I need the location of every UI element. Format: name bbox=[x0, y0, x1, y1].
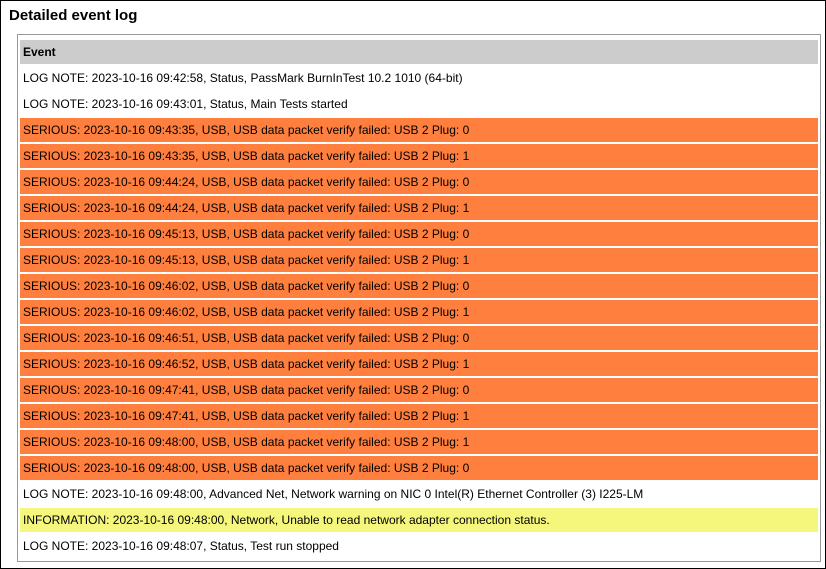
event-cell: SERIOUS: 2023-10-16 09:47:41, USB, USB d… bbox=[20, 378, 818, 402]
event-cell: LOG NOTE: 2023-10-16 09:43:01, Status, M… bbox=[20, 92, 818, 116]
table-row: SERIOUS: 2023-10-16 09:47:41, USB, USB d… bbox=[20, 378, 818, 402]
event-cell: SERIOUS: 2023-10-16 09:46:51, USB, USB d… bbox=[20, 326, 818, 350]
table-row: SERIOUS: 2023-10-16 09:46:51, USB, USB d… bbox=[20, 326, 818, 350]
event-cell: SERIOUS: 2023-10-16 09:45:13, USB, USB d… bbox=[20, 222, 818, 246]
event-cell: SERIOUS: 2023-10-16 09:44:24, USB, USB d… bbox=[20, 196, 818, 220]
column-header-event: Event bbox=[20, 40, 818, 64]
event-cell: SERIOUS: 2023-10-16 09:45:13, USB, USB d… bbox=[20, 248, 818, 272]
event-cell: INFORMATION: 2023-10-16 09:48:00, Networ… bbox=[20, 508, 818, 532]
table-row: SERIOUS: 2023-10-16 09:43:35, USB, USB d… bbox=[20, 144, 818, 168]
event-log-body: LOG NOTE: 2023-10-16 09:42:58, Status, P… bbox=[20, 66, 818, 558]
table-row: SERIOUS: 2023-10-16 09:44:24, USB, USB d… bbox=[20, 196, 818, 220]
table-row: SERIOUS: 2023-10-16 09:46:02, USB, USB d… bbox=[20, 300, 818, 324]
event-cell: SERIOUS: 2023-10-16 09:44:24, USB, USB d… bbox=[20, 170, 818, 194]
table-row: LOG NOTE: 2023-10-16 09:43:01, Status, M… bbox=[20, 92, 818, 116]
event-cell: LOG NOTE: 2023-10-16 09:48:00, Advanced … bbox=[20, 482, 818, 506]
table-row: SERIOUS: 2023-10-16 09:48:00, USB, USB d… bbox=[20, 430, 818, 454]
event-cell: SERIOUS: 2023-10-16 09:46:02, USB, USB d… bbox=[20, 300, 818, 324]
table-row: SERIOUS: 2023-10-16 09:48:00, USB, USB d… bbox=[20, 456, 818, 480]
page-title: Detailed event log bbox=[9, 7, 138, 24]
event-cell: LOG NOTE: 2023-10-16 09:42:58, Status, P… bbox=[20, 66, 818, 90]
table-row: SERIOUS: 2023-10-16 09:45:13, USB, USB d… bbox=[20, 248, 818, 272]
event-log-table: Event LOG NOTE: 2023-10-16 09:42:58, Sta… bbox=[20, 38, 818, 560]
table-row: SERIOUS: 2023-10-16 09:47:41, USB, USB d… bbox=[20, 404, 818, 428]
table-row: LOG NOTE: 2023-10-16 09:48:00, Advanced … bbox=[20, 482, 818, 506]
table-header-row: Event bbox=[20, 40, 818, 64]
event-log-window: Detailed event log Event LOG NOTE: 2023-… bbox=[0, 0, 826, 569]
event-cell: SERIOUS: 2023-10-16 09:43:35, USB, USB d… bbox=[20, 144, 818, 168]
event-cell: SERIOUS: 2023-10-16 09:46:52, USB, USB d… bbox=[20, 352, 818, 376]
event-cell: SERIOUS: 2023-10-16 09:46:02, USB, USB d… bbox=[20, 274, 818, 298]
table-row: LOG NOTE: 2023-10-16 09:48:07, Status, T… bbox=[20, 534, 818, 558]
table-row: SERIOUS: 2023-10-16 09:43:35, USB, USB d… bbox=[20, 118, 818, 142]
table-row: SERIOUS: 2023-10-16 09:44:24, USB, USB d… bbox=[20, 170, 818, 194]
event-cell: LOG NOTE: 2023-10-16 09:48:07, Status, T… bbox=[20, 534, 818, 558]
table-row: SERIOUS: 2023-10-16 09:46:02, USB, USB d… bbox=[20, 274, 818, 298]
table-row: INFORMATION: 2023-10-16 09:48:00, Networ… bbox=[20, 508, 818, 532]
table-row: SERIOUS: 2023-10-16 09:46:52, USB, USB d… bbox=[20, 352, 818, 376]
table-row: LOG NOTE: 2023-10-16 09:42:58, Status, P… bbox=[20, 66, 818, 90]
event-cell: SERIOUS: 2023-10-16 09:48:00, USB, USB d… bbox=[20, 430, 818, 454]
event-cell: SERIOUS: 2023-10-16 09:43:35, USB, USB d… bbox=[20, 118, 818, 142]
table-row: SERIOUS: 2023-10-16 09:45:13, USB, USB d… bbox=[20, 222, 818, 246]
event-log-panel: Event LOG NOTE: 2023-10-16 09:42:58, Sta… bbox=[17, 34, 821, 562]
event-cell: SERIOUS: 2023-10-16 09:47:41, USB, USB d… bbox=[20, 404, 818, 428]
event-cell: SERIOUS: 2023-10-16 09:48:00, USB, USB d… bbox=[20, 456, 818, 480]
